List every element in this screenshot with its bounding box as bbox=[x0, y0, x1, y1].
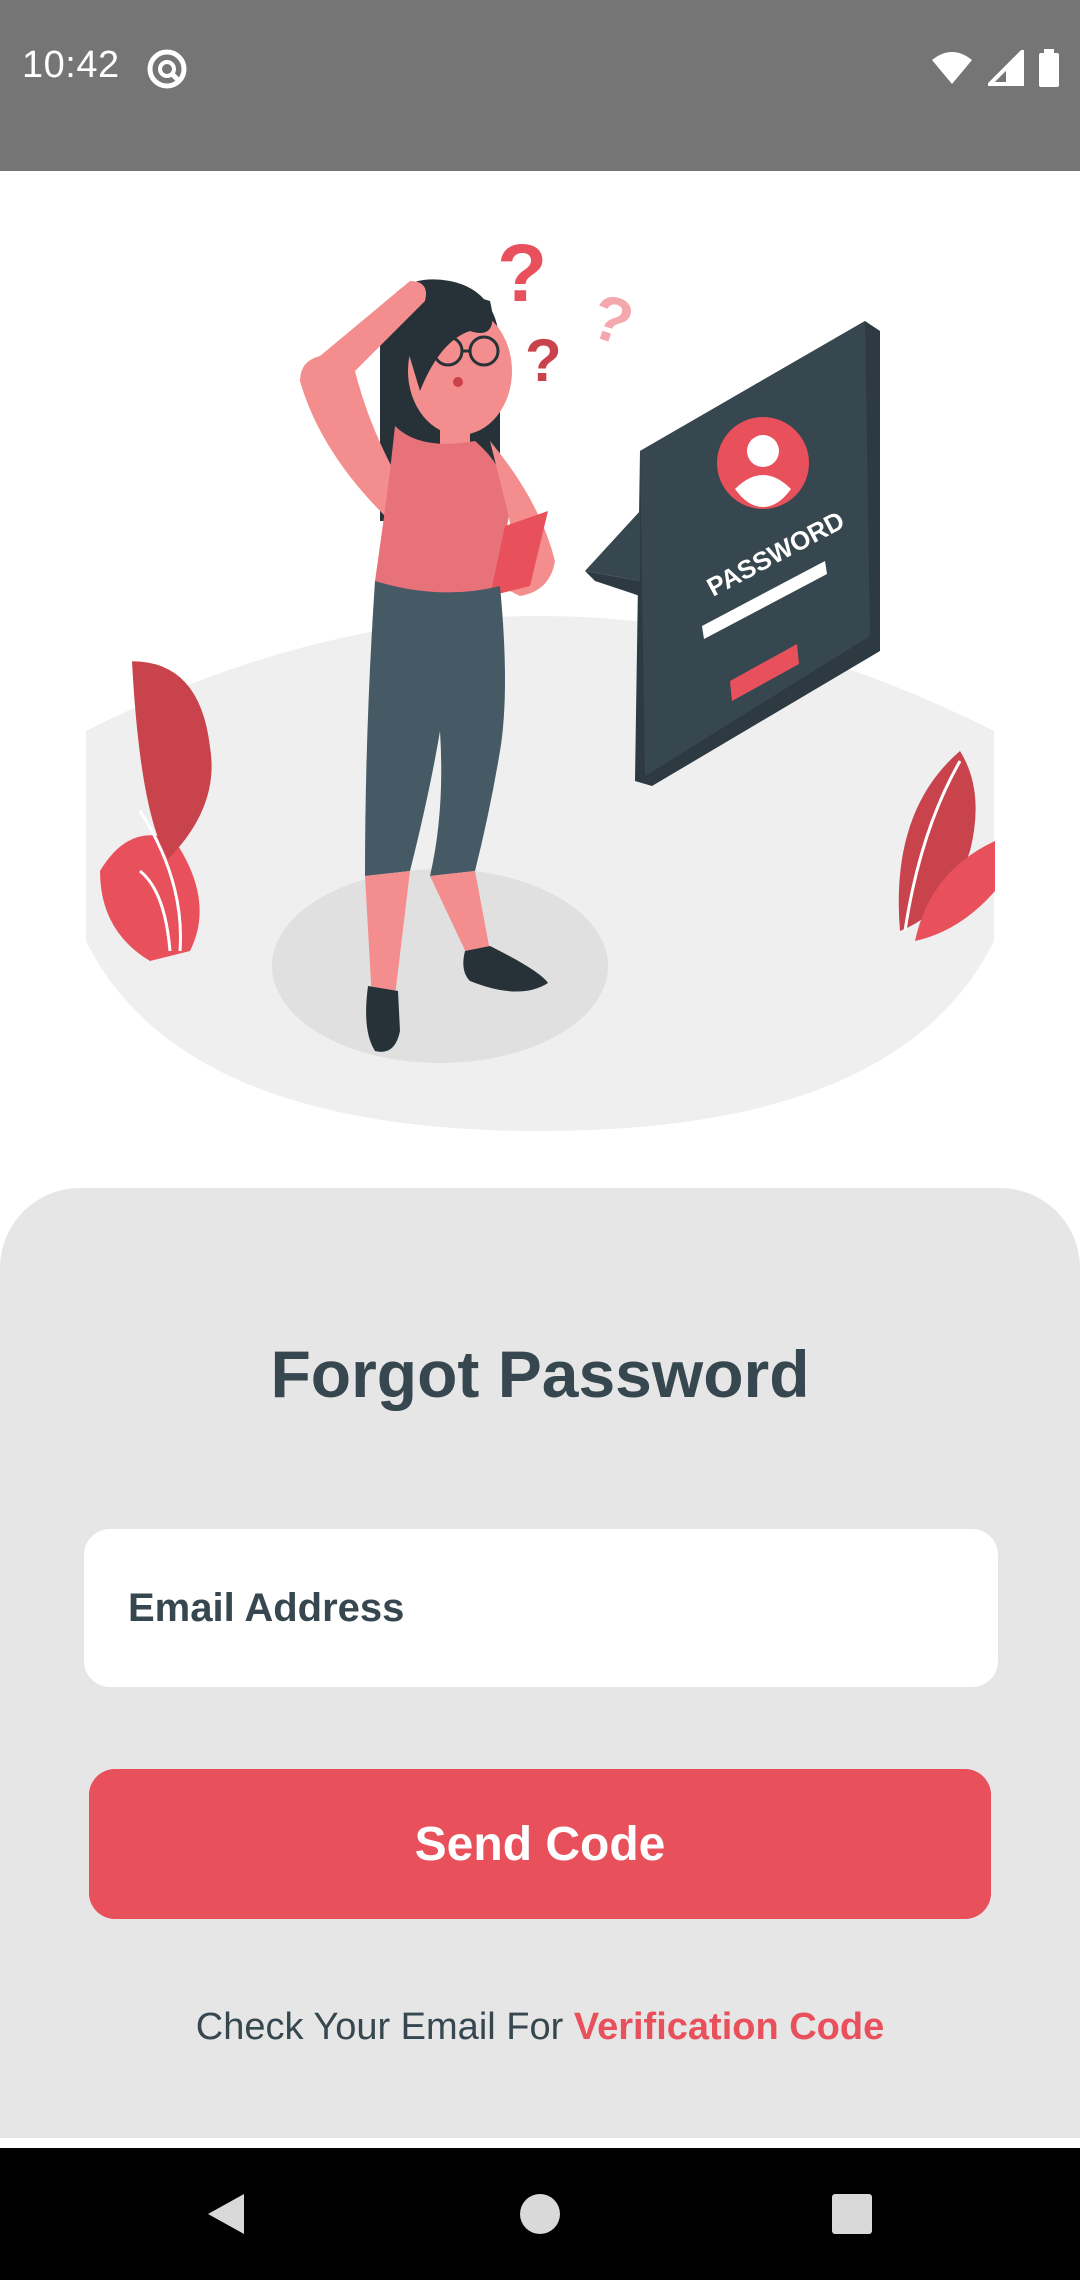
recents-icon[interactable] bbox=[828, 2190, 876, 2238]
question-marks-icon: ? ? ? bbox=[497, 228, 642, 394]
status-icons bbox=[930, 48, 1060, 88]
status-time: 10:42 bbox=[22, 44, 120, 86]
home-icon[interactable] bbox=[516, 2190, 564, 2238]
svg-text:?: ? bbox=[582, 279, 641, 360]
email-field[interactable]: Email Address bbox=[84, 1529, 998, 1687]
battery-icon bbox=[1039, 49, 1059, 87]
status-bar: 10:42 bbox=[0, 0, 1080, 171]
navigation-bar bbox=[0, 2148, 1080, 2280]
hint-text: Check Your Email For bbox=[195, 2006, 574, 2048]
forgot-password-illustration: PASSWORD ? ? ? bbox=[86, 228, 995, 1131]
svg-text:?: ? bbox=[497, 228, 547, 319]
email-placeholder: Email Address bbox=[128, 1585, 405, 1630]
wifi-icon bbox=[932, 52, 972, 84]
send-code-button[interactable]: Send Code bbox=[89, 1769, 991, 1919]
forgot-password-card: Forgot Password Email Address Send Code … bbox=[0, 1188, 1080, 2138]
cellular-signal-icon bbox=[988, 50, 1024, 86]
back-icon[interactable] bbox=[202, 2190, 250, 2238]
divider bbox=[0, 2138, 1080, 2148]
svg-text:?: ? bbox=[525, 327, 562, 394]
verification-code-link[interactable]: Verification Code bbox=[574, 2006, 884, 2048]
at-sign-icon bbox=[147, 49, 187, 89]
page-title: Forgot Password bbox=[270, 1337, 810, 1411]
verification-hint: Check Your Email For Verification Code bbox=[0, 2006, 1080, 2049]
